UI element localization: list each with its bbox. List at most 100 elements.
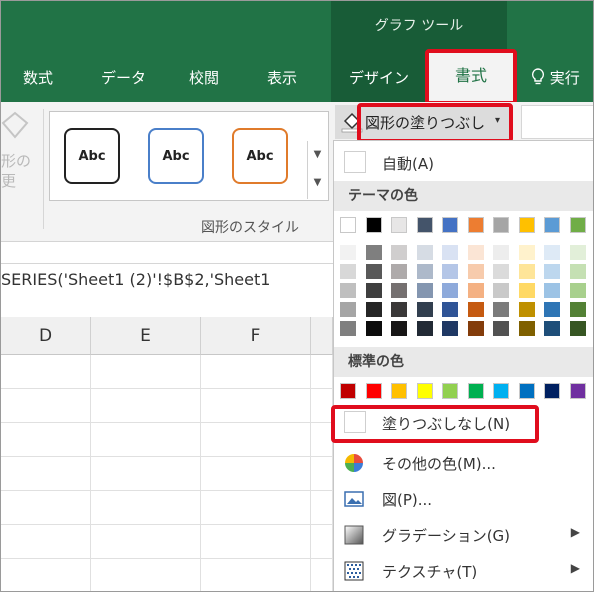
theme-color-swatch[interactable] xyxy=(467,217,484,233)
sheet-cell[interactable] xyxy=(1,423,91,457)
theme-shade-swatch[interactable] xyxy=(340,245,356,260)
theme-shade-swatch[interactable] xyxy=(544,245,560,260)
column-header-g-partial[interactable] xyxy=(311,317,333,355)
tab-format[interactable]: 書式 xyxy=(429,53,513,102)
sheet-cell[interactable] xyxy=(1,559,91,591)
style-thumbnail-blue[interactable]: Abc xyxy=(148,128,204,184)
theme-color-swatch[interactable] xyxy=(493,217,509,233)
more-icon[interactable]: ▼ xyxy=(308,169,327,197)
theme-color-swatch[interactable] xyxy=(340,217,356,233)
theme-shade-swatch[interactable] xyxy=(365,245,382,260)
tab-review[interactable]: 校閲 xyxy=(189,67,219,88)
standard-color-swatch[interactable] xyxy=(365,383,382,399)
sheet-cell[interactable] xyxy=(1,525,91,559)
sheet-cell[interactable] xyxy=(91,491,201,525)
sheet-cell[interactable] xyxy=(91,355,201,389)
menu-item-texture[interactable]: テクスチャ(T) ▶ xyxy=(334,553,593,589)
theme-shade-swatch[interactable] xyxy=(340,283,356,298)
theme-shade-swatch[interactable] xyxy=(391,264,407,279)
theme-shade-swatch[interactable] xyxy=(544,283,560,298)
theme-shade-swatch[interactable] xyxy=(569,245,586,260)
tab-formulas[interactable]: 数式 xyxy=(23,67,53,88)
theme-shade-swatch[interactable] xyxy=(442,302,458,317)
theme-shade-swatch[interactable] xyxy=(365,283,382,298)
standard-color-swatch[interactable] xyxy=(569,383,586,399)
gallery-scroll[interactable]: ▼ ▼ xyxy=(307,141,327,199)
sheet-cell[interactable] xyxy=(91,423,201,457)
theme-shade-swatch[interactable] xyxy=(467,283,484,298)
theme-shade-swatch[interactable] xyxy=(518,245,535,260)
theme-shade-swatch[interactable] xyxy=(442,245,458,260)
theme-shade-swatch[interactable] xyxy=(391,245,407,260)
sheet-cell[interactable] xyxy=(1,457,91,491)
sheet-cell[interactable] xyxy=(311,423,333,457)
theme-shade-swatch[interactable] xyxy=(544,302,560,317)
sheet-cell[interactable] xyxy=(311,525,333,559)
sheet-cell[interactable] xyxy=(201,559,311,591)
column-header-f[interactable]: F xyxy=(201,317,311,355)
sheet-cell[interactable] xyxy=(201,389,311,423)
theme-shade-swatch[interactable] xyxy=(365,321,382,336)
tab-data[interactable]: データ xyxy=(101,67,146,88)
theme-shade-swatch[interactable] xyxy=(569,264,586,279)
menu-item-no-fill[interactable]: 塗りつぶしなし(N) xyxy=(334,405,593,441)
sheet-cell[interactable] xyxy=(1,389,91,423)
theme-shade-swatch[interactable] xyxy=(416,264,433,279)
theme-shade-swatch[interactable] xyxy=(493,283,509,298)
theme-shade-swatch[interactable] xyxy=(518,302,535,317)
sheet-cell[interactable] xyxy=(201,491,311,525)
theme-shade-swatch[interactable] xyxy=(518,264,535,279)
standard-color-swatch[interactable] xyxy=(340,383,356,399)
theme-shade-swatch[interactable] xyxy=(340,302,356,317)
sheet-cell[interactable] xyxy=(311,389,333,423)
sheet-cell[interactable] xyxy=(201,423,311,457)
theme-color-swatch[interactable] xyxy=(442,217,458,233)
theme-color-swatch[interactable] xyxy=(416,217,433,233)
standard-color-swatch[interactable] xyxy=(467,383,484,399)
theme-shade-swatch[interactable] xyxy=(544,321,560,336)
sheet-cell[interactable] xyxy=(1,491,91,525)
theme-shade-swatch[interactable] xyxy=(340,264,356,279)
menu-item-automatic[interactable]: 自動(A) xyxy=(334,145,593,181)
standard-color-swatch[interactable] xyxy=(493,383,509,399)
theme-shade-swatch[interactable] xyxy=(442,283,458,298)
theme-color-swatch[interactable] xyxy=(518,217,535,233)
menu-item-more-colors[interactable]: その他の色(M)... xyxy=(334,445,593,481)
theme-shade-swatch[interactable] xyxy=(569,283,586,298)
standard-color-swatch[interactable] xyxy=(544,383,560,399)
standard-color-swatch[interactable] xyxy=(518,383,535,399)
theme-shade-swatch[interactable] xyxy=(391,302,407,317)
theme-shade-swatch[interactable] xyxy=(493,321,509,336)
theme-shade-swatch[interactable] xyxy=(467,245,484,260)
theme-shade-swatch[interactable] xyxy=(518,283,535,298)
theme-shade-swatch[interactable] xyxy=(340,321,356,336)
sheet-cell[interactable] xyxy=(91,457,201,491)
sheet-cell[interactable] xyxy=(201,457,311,491)
theme-color-swatch[interactable] xyxy=(544,217,560,233)
theme-shade-swatch[interactable] xyxy=(442,321,458,336)
style-thumbnail-orange[interactable]: Abc xyxy=(232,128,288,184)
standard-color-swatch[interactable] xyxy=(416,383,433,399)
chevron-down-icon[interactable]: ▼ xyxy=(308,141,327,169)
style-thumbnail-dark[interactable]: Abc xyxy=(64,128,120,184)
theme-shade-swatch[interactable] xyxy=(416,283,433,298)
sheet-cell[interactable] xyxy=(1,355,91,389)
theme-shade-swatch[interactable] xyxy=(365,264,382,279)
theme-shade-swatch[interactable] xyxy=(391,321,407,336)
theme-shade-swatch[interactable] xyxy=(467,321,484,336)
theme-shade-swatch[interactable] xyxy=(544,264,560,279)
theme-shade-swatch[interactable] xyxy=(365,302,382,317)
sheet-cell[interactable] xyxy=(201,355,311,389)
sheet-cell[interactable] xyxy=(91,559,201,591)
theme-shade-swatch[interactable] xyxy=(442,264,458,279)
sheet-cell[interactable] xyxy=(311,491,333,525)
formula-bar[interactable]: SERIES('Sheet1 (2)'!$B$2,'Sheet1 xyxy=(1,263,333,295)
tell-me-search[interactable]: 実行 xyxy=(531,67,580,88)
theme-shade-swatch[interactable] xyxy=(493,245,509,260)
theme-shade-swatch[interactable] xyxy=(493,264,509,279)
theme-shade-swatch[interactable] xyxy=(416,245,433,260)
theme-shade-swatch[interactable] xyxy=(416,321,433,336)
sheet-cell[interactable] xyxy=(91,525,201,559)
sheet-cell[interactable] xyxy=(311,355,333,389)
theme-shade-swatch[interactable] xyxy=(493,302,509,317)
